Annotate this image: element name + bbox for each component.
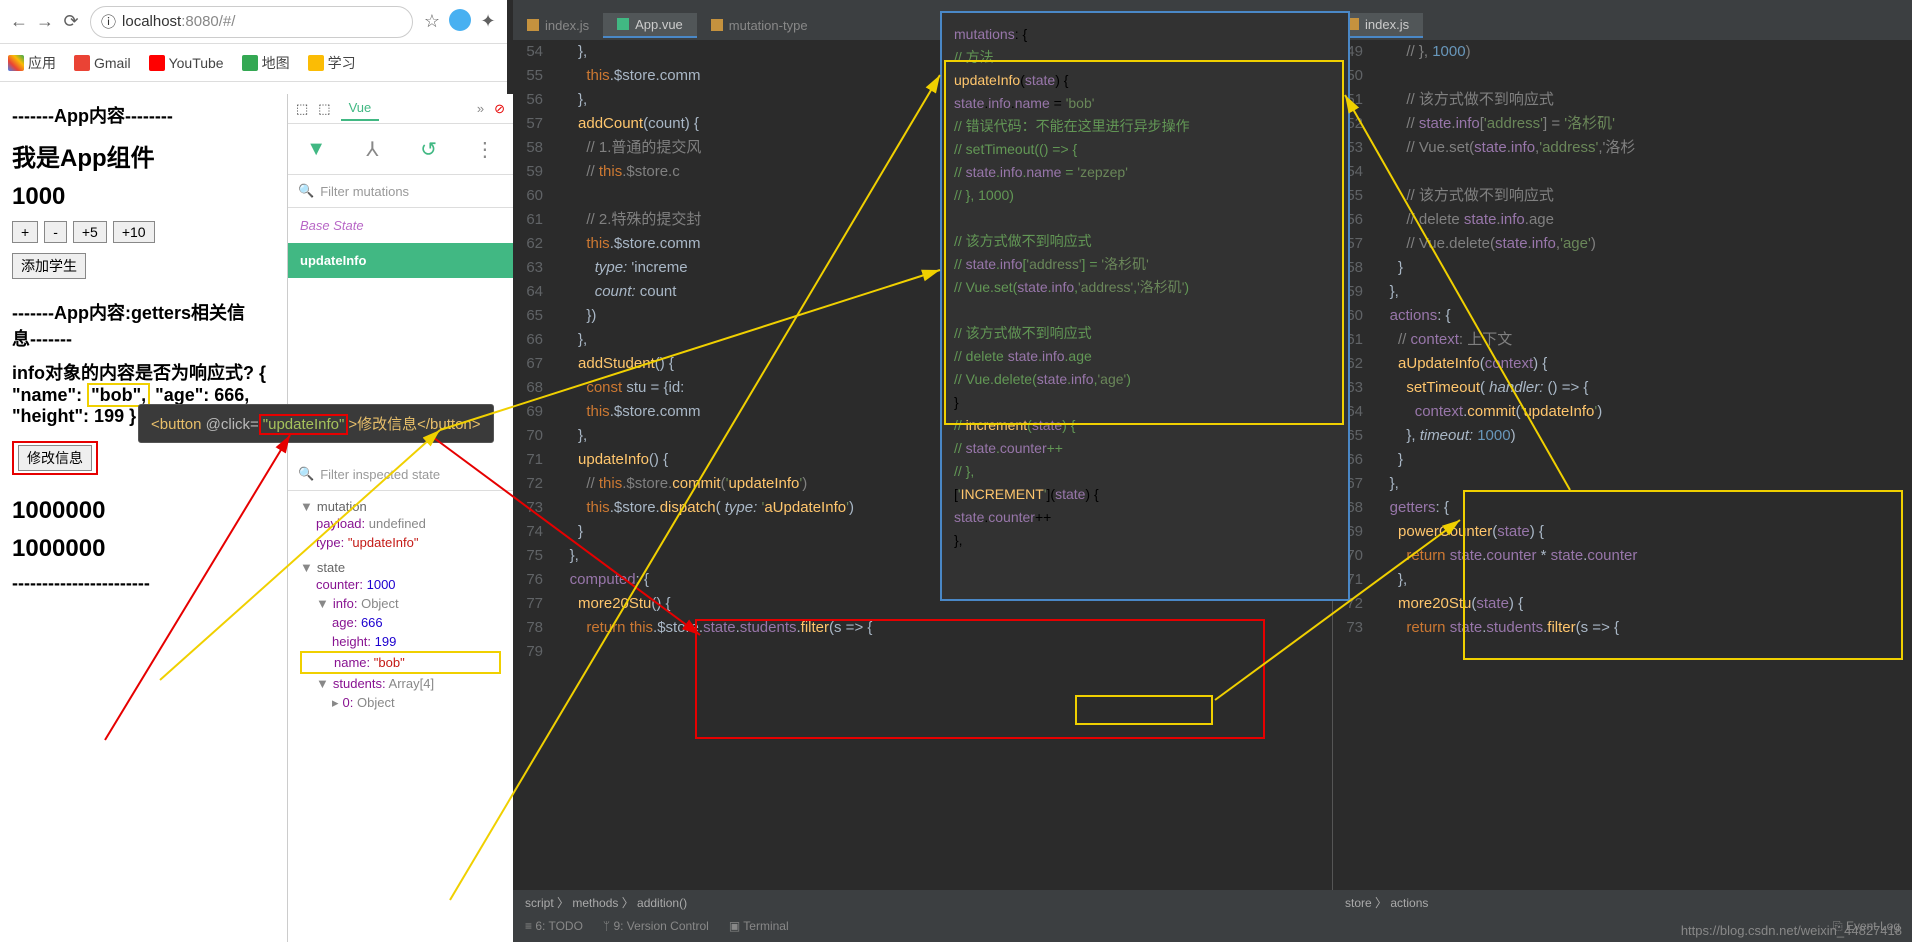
app-heading: 我是App组件 (12, 138, 266, 173)
modify-button-box: 修改信息 (12, 441, 98, 475)
bookmark-youtube[interactable]: YouTube (149, 55, 224, 71)
getters-title: -------App内容:getters相关信息------- (12, 299, 266, 351)
editor-right[interactable]: 4950515253545556575859606162636465666768… (1333, 40, 1912, 902)
bookmark-apps[interactable]: 应用 (8, 53, 56, 73)
big-number-2: 1000000 (12, 535, 266, 563)
history-icon[interactable]: ↺ (416, 136, 442, 162)
inc10-button[interactable]: +10 (113, 221, 155, 243)
reload-icon[interactable]: ⟳ (58, 9, 84, 35)
mutation-item[interactable]: updateInfo (288, 243, 513, 278)
vcs-tab[interactable]: ᛘ 9: Version Control (603, 919, 709, 934)
url-host: localhost (122, 13, 181, 30)
star-icon[interactable]: ☆ (419, 9, 445, 35)
bookmark-maps[interactable]: 地图 (242, 53, 290, 73)
code-popup: mutations: { // 方法 updateInfo(state) { s… (940, 11, 1350, 601)
components-icon[interactable]: ⅄ (359, 136, 385, 162)
editor-tabs-right: index.js (1333, 10, 1912, 40)
url-bar[interactable]: ⓘ localhost :8080/#/ (90, 6, 413, 38)
dec-button[interactable]: - (44, 221, 67, 243)
more-icon[interactable]: » (477, 101, 484, 116)
tab-appvue[interactable]: App.vue (603, 13, 697, 38)
filter-state-input[interactable]: Filter inspected state (320, 467, 440, 482)
url-path: :8080/#/ (181, 13, 235, 30)
big-number-1: 1000000 (12, 497, 266, 525)
bookmark-gmail[interactable]: Gmail (74, 55, 131, 71)
vue-logo-icon[interactable]: ▼ (303, 136, 329, 162)
puzzle-icon[interactable]: ✦ (475, 9, 501, 35)
breadcrumb-right: store 〉 actions (1333, 890, 1440, 915)
tab-indexjs[interactable]: index.js (513, 14, 603, 37)
tab-mutation[interactable]: mutation-type (697, 14, 822, 37)
inc-button[interactable]: + (12, 221, 38, 243)
base-state[interactable]: Base State (288, 208, 513, 243)
terminal-tab[interactable]: ▣ Terminal (729, 919, 789, 934)
back-icon[interactable]: ← (6, 9, 32, 35)
bookmark-study[interactable]: 学习 (308, 53, 356, 73)
mutation-section[interactable]: mutation (317, 499, 367, 514)
browser-toolbar: ← → ⟳ ⓘ localhost :8080/#/ ☆ ✦ (0, 0, 507, 44)
app-content: -------App内容-------- 我是App组件 1000 + - +5… (0, 82, 278, 614)
todo-tab[interactable]: ≡ 6: TODO (525, 919, 583, 934)
app-title: -------App内容-------- (12, 102, 266, 128)
tooltip-highlight: "updateInfo" (259, 414, 349, 435)
more-tools-icon[interactable]: ⋮ (472, 136, 498, 162)
devtools-panel: ⬚ ⬚ Vue » ⊘ ▼ ⅄ ↺ ⋮ 🔍 Filter mutations Ba… (287, 94, 513, 942)
ext-icon[interactable] (449, 9, 471, 31)
close-devtools-icon[interactable]: ⊘ (494, 101, 505, 117)
forward-icon[interactable]: → (32, 9, 58, 35)
breadcrumb-left: script 〉 methods 〉 addition() (513, 890, 1333, 915)
add-student-button[interactable]: 添加学生 (12, 253, 86, 279)
inc5-button[interactable]: +5 (73, 221, 107, 243)
search-icon: 🔍 (298, 466, 314, 482)
devtools-icon[interactable]: ⬚ (296, 101, 308, 117)
bookmarks-bar: 应用 Gmail YouTube 地图 学习 (0, 44, 507, 82)
modify-info-button[interactable]: 修改信息 (18, 445, 92, 471)
search-icon: 🔍 (298, 183, 314, 199)
watermark: https://blog.csdn.net/weixin_44827418 (1681, 923, 1902, 938)
devtools-icon2[interactable]: ⬚ (318, 101, 330, 117)
state-section[interactable]: state (317, 560, 345, 575)
code-tooltip: <button @click="updateInfo">修改信息</button… (138, 404, 494, 443)
vue-tab[interactable]: Vue (341, 96, 380, 121)
filter-mutations-input[interactable]: Filter mutations (320, 184, 409, 199)
counter-value: 1000 (12, 183, 266, 211)
